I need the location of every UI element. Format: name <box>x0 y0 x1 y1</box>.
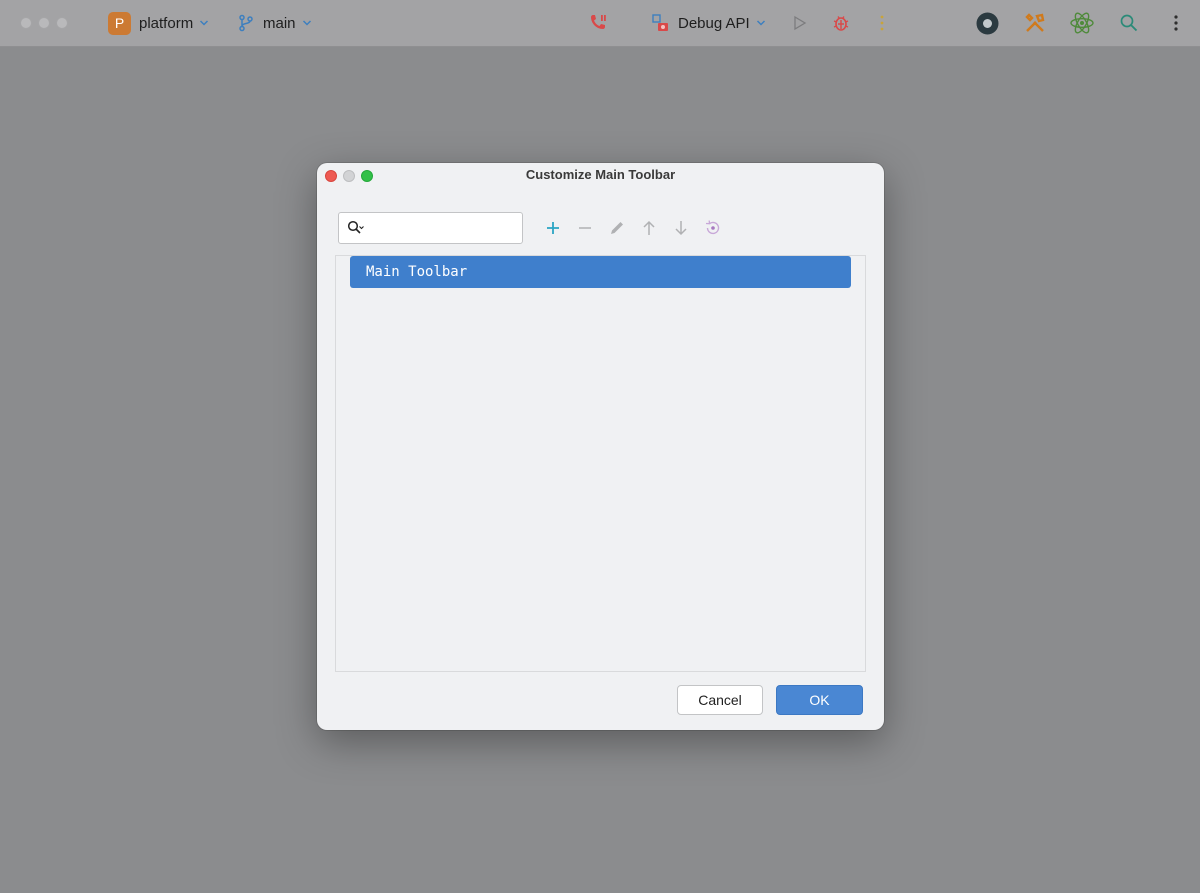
search-icon[interactable] <box>1120 0 1138 46</box>
branch-name: main <box>263 14 296 32</box>
run-icon[interactable] <box>793 0 807 46</box>
build-tools-icon[interactable] <box>1024 0 1046 46</box>
customize-toolbar-dialog: Customize Main Toolbar Main Toolbar Canc… <box>317 163 884 730</box>
tree-item-main-toolbar[interactable]: Main Toolbar <box>350 256 851 288</box>
edit-icon[interactable] <box>608 219 626 237</box>
ide-window: P platform main Debug API Customize Main… <box>0 0 1200 893</box>
add-icon[interactable] <box>544 219 562 237</box>
move-down-icon[interactable] <box>672 219 690 237</box>
dialog-title: Customize Main Toolbar <box>525 167 676 182</box>
kebab-menu-icon[interactable] <box>1173 0 1179 46</box>
debug-icon[interactable] <box>832 0 850 46</box>
toolbar-tree: Main Toolbar <box>335 255 866 672</box>
call-icon[interactable] <box>588 0 608 46</box>
window-zoom-button[interactable] <box>56 17 68 29</box>
project-badge: P <box>108 11 131 35</box>
search-field[interactable] <box>338 212 523 244</box>
title-bar: P platform main Debug API <box>0 0 1200 47</box>
ok-button[interactable]: OK <box>776 685 863 715</box>
tree-item-label: Main Toolbar <box>366 264 468 280</box>
remove-icon[interactable] <box>576 219 594 237</box>
run-config-icon <box>652 14 670 32</box>
branch-widget[interactable]: main <box>238 0 312 46</box>
search-icon <box>347 220 365 236</box>
record-icon[interactable] <box>976 0 999 46</box>
more-vertical-icon[interactable] <box>879 0 885 46</box>
run-config-widget[interactable]: Debug API <box>652 0 766 46</box>
git-branch-icon <box>238 14 254 32</box>
cancel-button[interactable]: Cancel <box>677 685 763 715</box>
project-widget[interactable]: P platform <box>108 0 209 46</box>
window-close-button[interactable] <box>20 17 32 29</box>
move-up-icon[interactable] <box>640 219 658 237</box>
project-name: platform <box>139 14 194 32</box>
chevron-down-icon <box>302 18 312 28</box>
search-input[interactable] <box>367 217 519 241</box>
chevron-down-icon <box>756 18 766 28</box>
chevron-down-icon <box>199 18 209 28</box>
restore-icon[interactable] <box>704 219 722 237</box>
run-config-name: Debug API <box>678 14 750 32</box>
react-icon[interactable] <box>1069 0 1095 46</box>
window-minimize-button[interactable] <box>38 17 50 29</box>
